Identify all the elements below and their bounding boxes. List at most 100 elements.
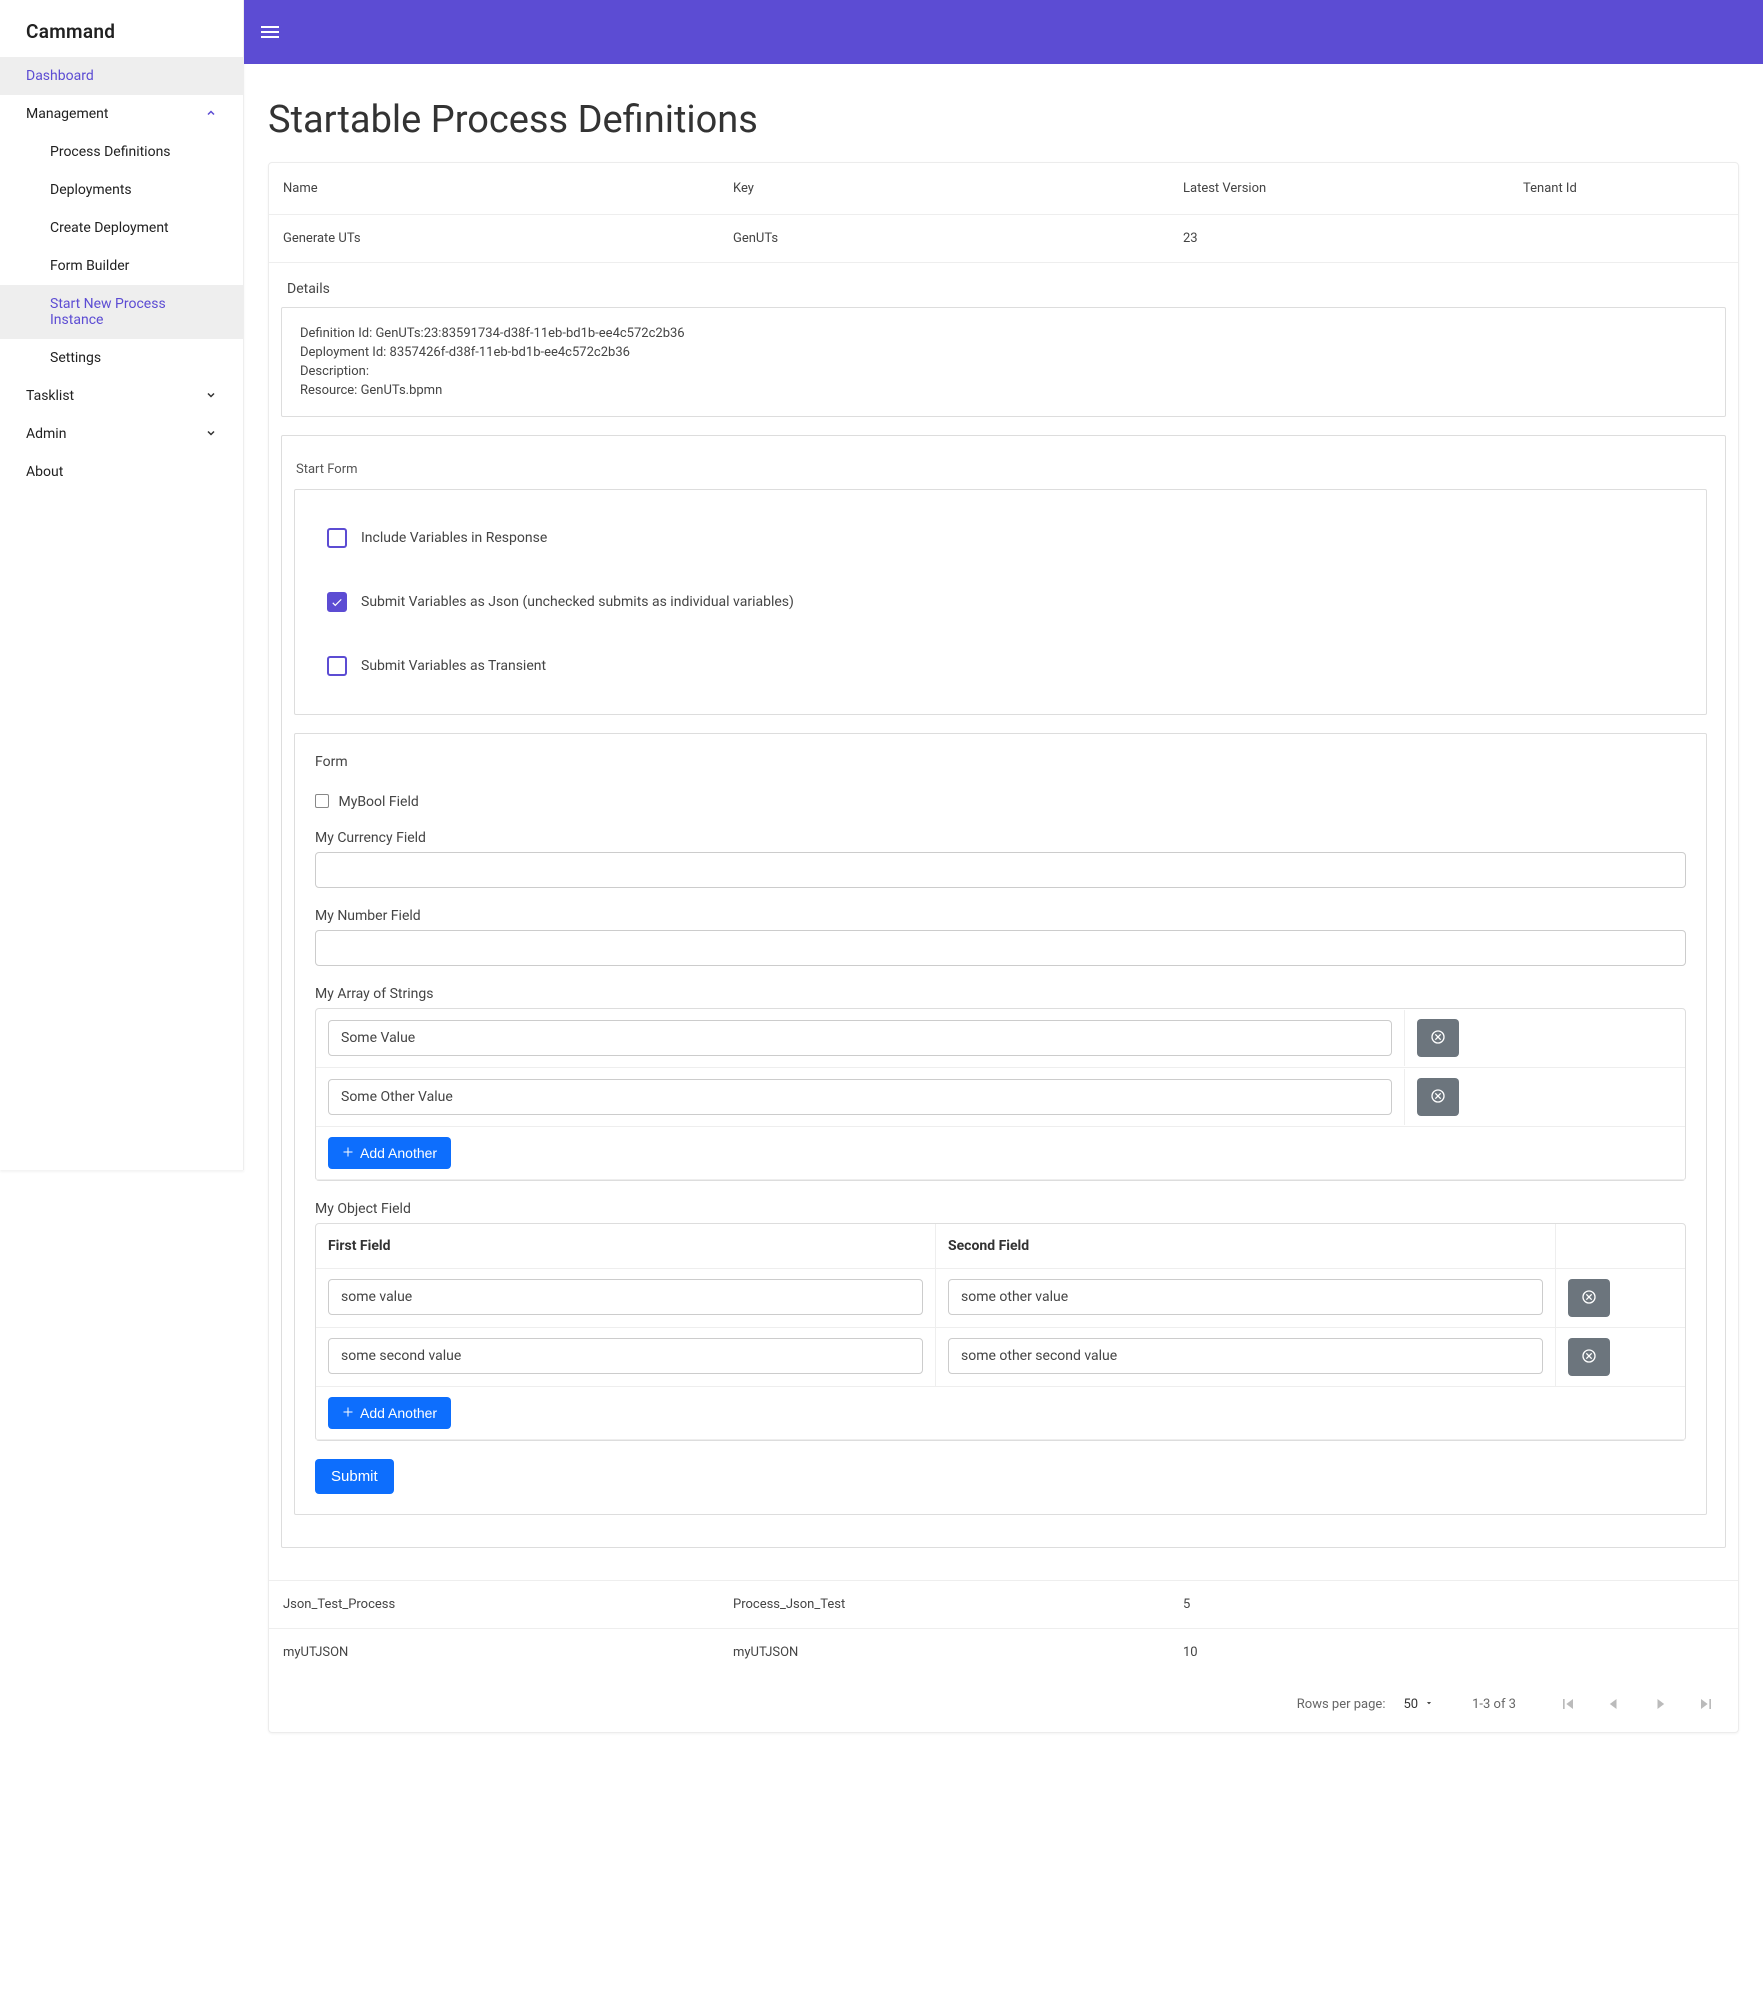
details-info: Definition Id: GenUTs:23:83591734-d38f-1…	[281, 307, 1726, 417]
details-title: Details	[281, 277, 1726, 307]
rows-per-page-value: 50	[1403, 1697, 1418, 1712]
nav-admin-label: Admin	[26, 426, 66, 442]
add-another-button[interactable]: Add Another	[328, 1137, 451, 1169]
cell-name: Json_Test_Process	[269, 1581, 719, 1628]
chevron-down-icon	[205, 389, 217, 404]
cell-tenant	[1509, 215, 1738, 262]
cell-key: GenUTs	[719, 215, 1169, 262]
hamburger-icon[interactable]	[258, 20, 282, 44]
cell-name: Generate UTs	[269, 215, 719, 262]
rows-per-page-label: Rows per page:	[1297, 1697, 1386, 1712]
object-label: My Object Field	[315, 1201, 1686, 1217]
plus-icon	[342, 1145, 354, 1161]
definitions-card: Name Key Latest Version Tenant Id Genera…	[268, 162, 1739, 1733]
currency-label: My Currency Field	[315, 830, 1686, 846]
object-f1-input[interactable]	[328, 1279, 923, 1315]
resource-label: Resource:	[300, 383, 361, 398]
table-row[interactable]: Json_Test_Process Process_Json_Test 5	[269, 1580, 1738, 1628]
delete-icon	[1581, 1289, 1597, 1308]
nav-deployments[interactable]: Deployments	[0, 171, 243, 209]
plus-icon	[342, 1405, 354, 1421]
first-page-button[interactable]	[1554, 1690, 1582, 1718]
col-tenant: Tenant Id	[1509, 163, 1738, 214]
object-f2-input[interactable]	[948, 1279, 1543, 1315]
nav-management[interactable]: Management	[0, 95, 243, 133]
checkbox-submit-as-json[interactable]	[327, 592, 347, 612]
number-label: My Number Field	[315, 908, 1686, 924]
nav-process-definitions[interactable]: Process Definitions	[0, 133, 243, 171]
nav-dashboard-label: Dashboard	[26, 68, 94, 84]
nav-admin[interactable]: Admin	[0, 415, 243, 453]
nav-about-label: About	[26, 464, 63, 480]
delete-row-button[interactable]	[1417, 1078, 1459, 1116]
array-item-input[interactable]	[328, 1079, 1392, 1115]
start-form-options: Include Variables in Response Submit Var…	[294, 489, 1707, 715]
nav-dashboard[interactable]: Dashboard	[0, 57, 243, 95]
currency-input[interactable]	[315, 852, 1686, 888]
table-header: Name Key Latest Version Tenant Id	[269, 163, 1738, 214]
table-row[interactable]: myUTJSON myUTJSON 10	[269, 1628, 1738, 1676]
nav-management-sub: Process Definitions Deployments Create D…	[0, 133, 243, 377]
cell-key: myUTJSON	[719, 1629, 1169, 1676]
nav-tasklist-label: Tasklist	[26, 388, 74, 404]
add-another-button[interactable]: Add Another	[328, 1397, 451, 1429]
next-page-button[interactable]	[1646, 1690, 1674, 1718]
start-form-label: Start Form	[294, 454, 1707, 489]
checkbox-transient[interactable]	[327, 656, 347, 676]
sidebar: Cammand Dashboard Management Process Def…	[0, 0, 244, 1170]
content: Startable Process Definitions Name Key L…	[244, 64, 1763, 1773]
nav-settings[interactable]: Settings	[0, 339, 243, 377]
array-item-input[interactable]	[328, 1020, 1392, 1056]
submit-as-json-label: Submit Variables as Json (unchecked subm…	[361, 594, 794, 610]
object-f2-input[interactable]	[948, 1338, 1543, 1374]
submit-button[interactable]: Submit	[315, 1459, 394, 1494]
delete-icon	[1581, 1348, 1597, 1367]
prev-page-button[interactable]	[1600, 1690, 1628, 1718]
details-panel: Details Definition Id: GenUTs:23:8359173…	[269, 262, 1738, 1580]
rows-per-page-select[interactable]: 50	[1403, 1697, 1434, 1712]
delete-row-button[interactable]	[1568, 1338, 1610, 1376]
col-name: Name	[269, 163, 719, 214]
cell-version: 23	[1169, 215, 1509, 262]
deployment-id-value: 8357426f-d38f-11eb-bd1b-ee4c572c2b36	[390, 345, 630, 360]
delete-icon	[1430, 1029, 1446, 1048]
chevron-down-icon	[205, 427, 217, 442]
cell-version: 5	[1169, 1581, 1509, 1628]
mybool-checkbox[interactable]	[315, 794, 329, 808]
nav-list: Dashboard Management Process Definitions…	[0, 57, 243, 491]
mybool-label: MyBool Field	[338, 794, 418, 810]
object-table: First Field Second Field	[315, 1223, 1686, 1441]
add-another-label: Add Another	[360, 1145, 437, 1161]
last-page-button[interactable]	[1692, 1690, 1720, 1718]
object-header-f1: First Field	[316, 1224, 936, 1268]
form-fieldset: Form MyBool Field My Currency Field My N…	[294, 733, 1707, 1515]
cell-tenant	[1509, 1629, 1738, 1676]
dropdown-icon	[1424, 1697, 1434, 1712]
number-input[interactable]	[315, 930, 1686, 966]
object-f1-input[interactable]	[328, 1338, 923, 1374]
definition-id-value: GenUTs:23:83591734-d38f-11eb-bd1b-ee4c57…	[375, 326, 684, 341]
nav-start-new-instance[interactable]: Start New Process Instance	[0, 285, 243, 339]
nav-form-builder[interactable]: Form Builder	[0, 247, 243, 285]
nav-about[interactable]: About	[0, 453, 243, 491]
main: Startable Process Definitions Name Key L…	[244, 0, 1763, 1996]
add-another-label: Add Another	[360, 1405, 437, 1421]
pager-caption: 1-3 of 3	[1472, 1697, 1516, 1712]
col-version: Latest Version	[1169, 163, 1509, 214]
array-table: Add Another	[315, 1008, 1686, 1181]
table-row[interactable]: Generate UTs GenUTs 23	[269, 214, 1738, 262]
nav-tasklist[interactable]: Tasklist	[0, 377, 243, 415]
pager: Rows per page: 50 1-3 of 3	[269, 1676, 1738, 1732]
checkbox-include-variables[interactable]	[327, 528, 347, 548]
cell-name: myUTJSON	[269, 1629, 719, 1676]
page-title: Startable Process Definitions	[268, 98, 1739, 142]
nav-create-deployment[interactable]: Create Deployment	[0, 209, 243, 247]
object-header-f2: Second Field	[936, 1224, 1556, 1268]
topbar	[244, 0, 1763, 64]
cell-key: Process_Json_Test	[719, 1581, 1169, 1628]
description-label: Description:	[300, 364, 369, 379]
nav-management-label: Management	[26, 106, 108, 122]
delete-row-button[interactable]	[1568, 1279, 1610, 1317]
start-form-section: Start Form Include Variables in Response…	[281, 435, 1726, 1548]
delete-row-button[interactable]	[1417, 1019, 1459, 1057]
